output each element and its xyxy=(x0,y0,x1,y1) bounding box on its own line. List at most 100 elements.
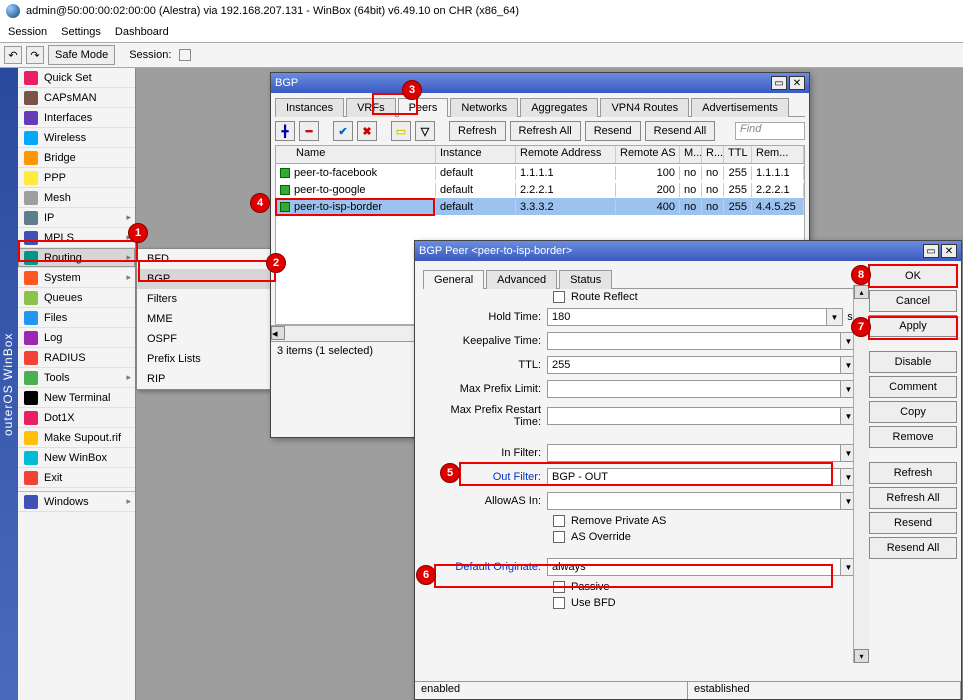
sidebar-item-queues[interactable]: Queues xyxy=(18,288,135,308)
route-reflect-checkbox[interactable] xyxy=(553,291,565,303)
col-m[interactable]: M... xyxy=(680,146,702,163)
sidebar-item-exit[interactable]: Exit xyxy=(18,468,135,488)
refresh-button[interactable]: Refresh xyxy=(449,121,506,141)
comment-button[interactable]: Comment xyxy=(869,376,957,398)
submenu-item-mme[interactable]: MME xyxy=(137,309,273,329)
v-scrollbar[interactable]: ▴ ▾ xyxy=(853,285,869,663)
hold-time-field[interactable]: 180 xyxy=(547,308,827,326)
apply-button[interactable]: Apply xyxy=(869,315,957,337)
as-override-checkbox[interactable] xyxy=(553,531,565,543)
remove-button[interactable]: ━ xyxy=(299,121,319,141)
menu-settings[interactable]: Settings xyxy=(61,26,101,38)
col-name[interactable]: Name xyxy=(276,146,436,163)
tab-general[interactable]: General xyxy=(423,270,484,289)
table-row[interactable]: peer-to-isp-borderdefault3.3.3.2400nono2… xyxy=(276,198,804,215)
refresh-all-button[interactable]: Refresh All xyxy=(510,121,581,141)
sidebar-item-quick-set[interactable]: Quick Set xyxy=(18,68,135,88)
cancel-button[interactable]: Cancel xyxy=(869,290,957,312)
tab-networks[interactable]: Networks xyxy=(450,98,518,117)
default-originate-field[interactable]: always xyxy=(547,558,841,576)
resend-button[interactable]: Resend xyxy=(585,121,641,141)
sidebar-item-capsman[interactable]: CAPsMAN xyxy=(18,88,135,108)
refresh-all-button[interactable]: Refresh All xyxy=(869,487,957,509)
restore-icon[interactable]: ▭ xyxy=(923,244,939,258)
tab-advanced[interactable]: Advanced xyxy=(486,270,557,289)
use-bfd-checkbox[interactable] xyxy=(553,597,565,609)
max-prefix-restart-field[interactable] xyxy=(547,407,841,425)
out-filter-field[interactable]: BGP - OUT xyxy=(547,468,841,486)
resend-all-button[interactable]: Resend All xyxy=(645,121,716,141)
col-ttl[interactable]: TTL xyxy=(724,146,752,163)
in-filter-field[interactable] xyxy=(547,444,841,462)
col-rem[interactable]: Rem... xyxy=(752,146,804,163)
submenu-item-bgp[interactable]: BGP xyxy=(137,269,273,289)
submenu-item-prefix-lists[interactable]: Prefix Lists xyxy=(137,349,273,369)
sidebar-item-log[interactable]: Log xyxy=(18,328,135,348)
sidebar-item-new-terminal[interactable]: New Terminal xyxy=(18,388,135,408)
scroll-left-icon[interactable]: ◂ xyxy=(271,326,285,340)
table-row[interactable]: peer-to-googledefault2.2.2.1200nono2552.… xyxy=(276,181,804,198)
undo-icon[interactable]: ↶ xyxy=(4,46,22,64)
sidebar-item-tools[interactable]: Tools▸ xyxy=(18,368,135,388)
ttl-field[interactable]: 255 xyxy=(547,356,841,374)
disable-button[interactable]: Disable xyxy=(869,351,957,373)
add-button[interactable]: ╋ xyxy=(275,121,295,141)
resend-button[interactable]: Resend xyxy=(869,512,957,534)
sidebar-item-radius[interactable]: RADIUS xyxy=(18,348,135,368)
find-input[interactable]: Find xyxy=(735,122,805,140)
sidebar-item-mesh[interactable]: Mesh xyxy=(18,188,135,208)
sidebar-item-make-supout-rif[interactable]: Make Supout.rif xyxy=(18,428,135,448)
sidebar-item-ppp[interactable]: PPP xyxy=(18,168,135,188)
sidebar-item-windows[interactable]: Windows▸ xyxy=(18,492,135,512)
sidebar-item-ip[interactable]: IP▸ xyxy=(18,208,135,228)
sidebar-item-wireless[interactable]: Wireless xyxy=(18,128,135,148)
disable-button[interactable]: ✖ xyxy=(357,121,377,141)
submenu-item-filters[interactable]: Filters xyxy=(137,289,273,309)
keepalive-field[interactable] xyxy=(547,332,841,350)
restore-icon[interactable]: ▭ xyxy=(771,76,787,90)
remove-button[interactable]: Remove xyxy=(869,426,957,448)
menu-session[interactable]: Session xyxy=(8,26,47,38)
sidebar-item-system[interactable]: System▸ xyxy=(18,268,135,288)
sidebar-item-files[interactable]: Files xyxy=(18,308,135,328)
sidebar-item-new-winbox[interactable]: New WinBox xyxy=(18,448,135,468)
sidebar-item-dot1x[interactable]: Dot1X xyxy=(18,408,135,428)
table-row[interactable]: peer-to-facebookdefault1.1.1.1100nono255… xyxy=(276,164,804,181)
tab-vpn4-routes[interactable]: VPN4 Routes xyxy=(600,98,689,117)
submenu-item-rip[interactable]: RIP xyxy=(137,369,273,389)
tab-peers[interactable]: Peers xyxy=(398,98,449,117)
col-remote-address[interactable]: Remote Address xyxy=(516,146,616,163)
refresh-button[interactable]: Refresh xyxy=(869,462,957,484)
remove-private-as-checkbox[interactable] xyxy=(553,515,565,527)
tab-advertisements[interactable]: Advertisements xyxy=(691,98,789,117)
menu-dashboard[interactable]: Dashboard xyxy=(115,26,169,38)
comment-button[interactable]: ▭ xyxy=(391,121,411,141)
bgp-titlebar[interactable]: BGP ▭ ✕ xyxy=(271,73,809,93)
hold-time-dropdown-icon[interactable]: ▼ xyxy=(827,308,843,326)
col-r[interactable]: R... xyxy=(702,146,724,163)
close-icon[interactable]: ✕ xyxy=(941,244,957,258)
close-icon[interactable]: ✕ xyxy=(789,76,805,90)
submenu-item-bfd[interactable]: BFD xyxy=(137,249,273,269)
submenu-item-ospf[interactable]: OSPF xyxy=(137,329,273,349)
sidebar-item-routing[interactable]: Routing▸ xyxy=(18,248,135,268)
redo-icon[interactable]: ↷ xyxy=(26,46,44,64)
tab-status[interactable]: Status xyxy=(559,270,612,289)
col-instance[interactable]: Instance xyxy=(436,146,516,163)
resend-all-button[interactable]: Resend All xyxy=(869,537,957,559)
tab-aggregates[interactable]: Aggregates xyxy=(520,98,598,117)
col-remote-as[interactable]: Remote AS xyxy=(616,146,680,163)
ok-button[interactable]: OK xyxy=(869,265,957,287)
sidebar-item-bridge[interactable]: Bridge xyxy=(18,148,135,168)
scroll-up-icon[interactable]: ▴ xyxy=(854,285,869,299)
sidebar-item-interfaces[interactable]: Interfaces xyxy=(18,108,135,128)
tab-instances[interactable]: Instances xyxy=(275,98,344,117)
filter-button[interactable]: ▽ xyxy=(415,121,435,141)
allow-as-field[interactable] xyxy=(547,492,841,510)
passive-checkbox[interactable] xyxy=(553,581,565,593)
tab-vrfs[interactable]: VRFs xyxy=(346,98,396,117)
enable-button[interactable]: ✔ xyxy=(333,121,353,141)
copy-button[interactable]: Copy xyxy=(869,401,957,423)
max-prefix-field[interactable] xyxy=(547,380,841,398)
scroll-down-icon[interactable]: ▾ xyxy=(854,649,869,663)
